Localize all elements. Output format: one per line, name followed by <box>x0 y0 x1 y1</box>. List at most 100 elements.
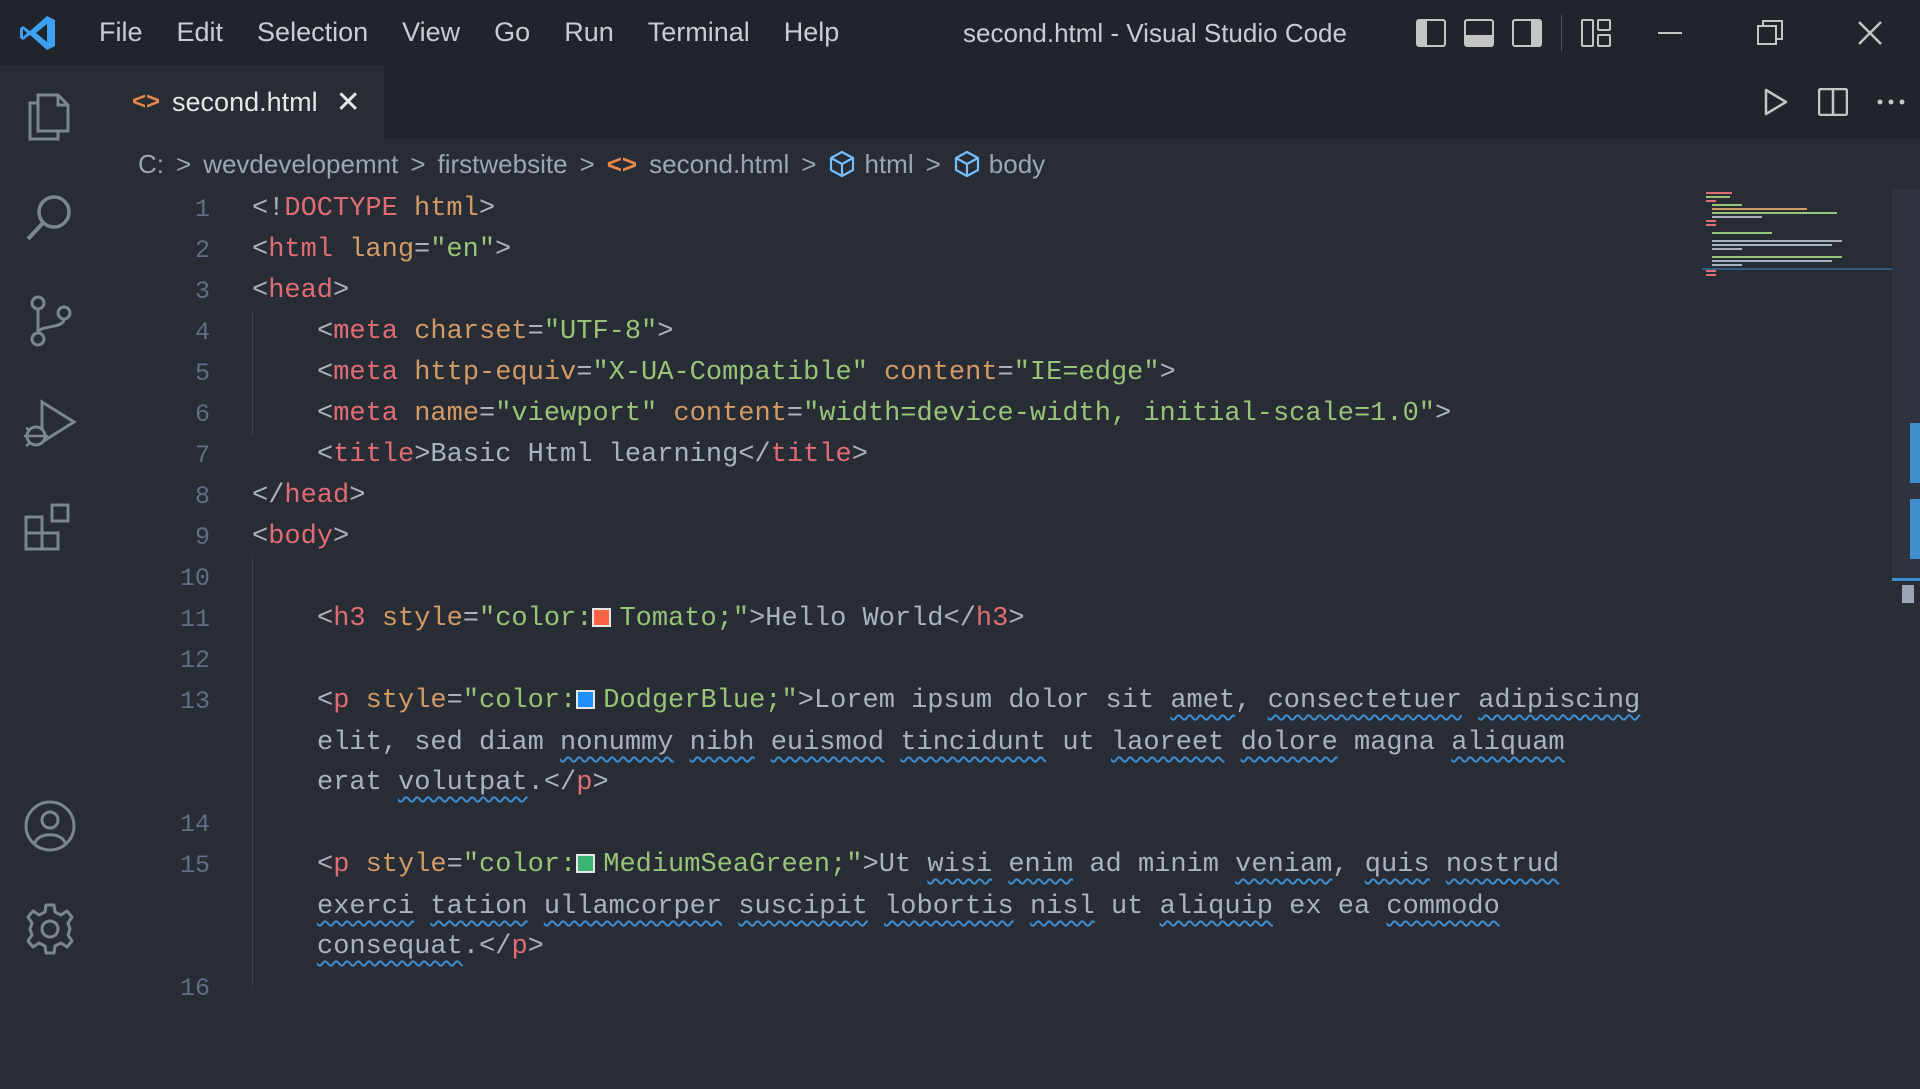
toggle-secondary-sidebar-button[interactable] <box>1503 0 1551 65</box>
breadcrumb-symbol-label: body <box>988 148 1046 179</box>
spelling-word: aliquip <box>1159 892 1273 922</box>
title-separator <box>1561 14 1562 51</box>
color-swatch-tomato[interactable] <box>592 608 612 627</box>
explorer-button[interactable] <box>0 65 100 165</box>
code-line-5: <meta http-equiv="X-UA-Compatible" conte… <box>317 353 1176 394</box>
menu-go[interactable]: Go <box>477 0 547 65</box>
extensions-button[interactable] <box>0 479 100 579</box>
token: html <box>414 194 479 224</box>
restore-button[interactable] <box>1720 0 1820 65</box>
breadcrumb-symbol-body[interactable]: body <box>953 149 1045 180</box>
token: p <box>333 686 350 716</box>
token: = <box>446 686 463 716</box>
menu-terminal[interactable]: Terminal <box>631 0 767 65</box>
code-line-4: <meta charset="UTF-8"> <box>317 312 673 353</box>
toggle-panel-button[interactable] <box>1455 0 1503 65</box>
menu-run[interactable]: Run <box>547 0 631 65</box>
breadcrumb-file-label: second.html <box>649 148 790 179</box>
token: magna <box>1337 728 1452 758</box>
close-icon <box>1858 20 1882 45</box>
code-editor[interactable]: 1 2 3 4 5 6 7 8 9 10 11 12 13 14 15 16 <… <box>100 189 1890 1003</box>
breadcrumb-file[interactable]: <> second.html <box>607 149 790 180</box>
spelling-word: consequat <box>317 932 463 962</box>
token: title <box>333 440 415 470</box>
spelling-word: euismod <box>770 728 885 758</box>
token: > <box>1159 358 1176 388</box>
token: > <box>414 440 431 470</box>
customize-layout-icon <box>1581 18 1611 47</box>
symbol-element-icon <box>830 150 855 178</box>
token: = <box>462 604 480 634</box>
breadcrumb-symbol-html[interactable]: html <box>828 149 914 180</box>
menu-view[interactable]: View <box>385 0 477 65</box>
breadcrumb-folder-firstwebsite[interactable]: firstwebsite <box>438 149 568 180</box>
line-number: 2 <box>194 236 210 265</box>
token: head <box>268 276 334 306</box>
accounts-button[interactable] <box>0 776 100 876</box>
minimize-button[interactable] <box>1620 0 1720 65</box>
token: < <box>317 686 334 716</box>
source-control-button[interactable] <box>0 271 100 371</box>
token: body <box>268 522 334 552</box>
spelling-word: enim <box>1008 850 1074 880</box>
tab-second-html[interactable]: <> second.html ✕ <box>100 65 384 139</box>
token: meta <box>333 399 399 429</box>
color-swatch-mediumseagreen[interactable] <box>576 854 596 873</box>
scrollbar-thumb[interactable] <box>1902 585 1914 603</box>
menu-edit[interactable]: Edit <box>160 0 241 65</box>
breadcrumb-folder-wevdevelopemnt[interactable]: wevdevelopemnt <box>203 149 398 180</box>
token: html <box>268 235 334 265</box>
scrollbar-marker <box>1910 423 1920 483</box>
symbol-element-icon <box>954 150 979 178</box>
spelling-word: amet <box>1170 686 1236 716</box>
run-file-button[interactable] <box>1746 65 1804 139</box>
sidebar-left-icon <box>1416 18 1446 47</box>
minimap-preview <box>1702 192 1892 276</box>
token: ad minim <box>1073 850 1236 880</box>
breadcrumb-drive[interactable]: C: <box>138 149 164 180</box>
token: , <box>1235 686 1268 716</box>
token: "color: <box>462 686 577 716</box>
token: "UTF-8" <box>543 317 658 347</box>
menu-file[interactable]: File <box>82 0 160 65</box>
code-line-15: <p style="color: MediumSeaGreen;">Ut wisi… <box>317 845 1559 886</box>
tab-close-icon[interactable]: ✕ <box>336 85 361 120</box>
token: . <box>527 768 544 798</box>
search-button[interactable] <box>0 168 100 268</box>
split-editor-button[interactable] <box>1804 65 1862 139</box>
token: erat <box>317 768 399 798</box>
line-number: 15 <box>179 851 210 880</box>
code-line-15-wrap-2: consequat.</p> <box>317 927 544 968</box>
code-line-13-wrap-1: elit, sed diam nonummy nibh euismod tinc… <box>317 723 1565 764</box>
token: meta <box>333 358 399 388</box>
code-line-7: <title>Basic Html learning</title> <box>317 435 868 476</box>
line-number: 8 <box>194 482 210 511</box>
token: "IE=edge" <box>1013 358 1160 388</box>
close-window-button[interactable] <box>1820 0 1920 65</box>
token: > <box>478 194 496 224</box>
menu-selection[interactable]: Selection <box>240 0 385 65</box>
run-debug-button[interactable] <box>0 374 100 474</box>
customize-layout-button[interactable] <box>1572 0 1620 65</box>
color-swatch-dodgerblue[interactable] <box>576 690 596 709</box>
vertical-scrollbar[interactable] <box>1892 189 1920 986</box>
menu-help[interactable]: Help <box>767 0 857 65</box>
token: content <box>673 399 787 429</box>
spelling-word: nostrud <box>1445 850 1560 880</box>
spelling-word: veniam <box>1235 850 1333 880</box>
token: ex ea <box>1272 892 1387 922</box>
vscode-logo-icon[interactable] <box>18 13 58 53</box>
token: > <box>1008 604 1025 634</box>
minimap[interactable] <box>1702 189 1892 986</box>
token: Lorem ipsum dolor sit <box>813 686 1171 716</box>
play-icon <box>1764 88 1788 116</box>
spelling-word: quis <box>1364 850 1430 880</box>
more-actions-button[interactable] <box>1862 65 1920 139</box>
manage-button[interactable] <box>0 879 100 979</box>
toggle-primary-sidebar-button[interactable] <box>1407 0 1455 65</box>
